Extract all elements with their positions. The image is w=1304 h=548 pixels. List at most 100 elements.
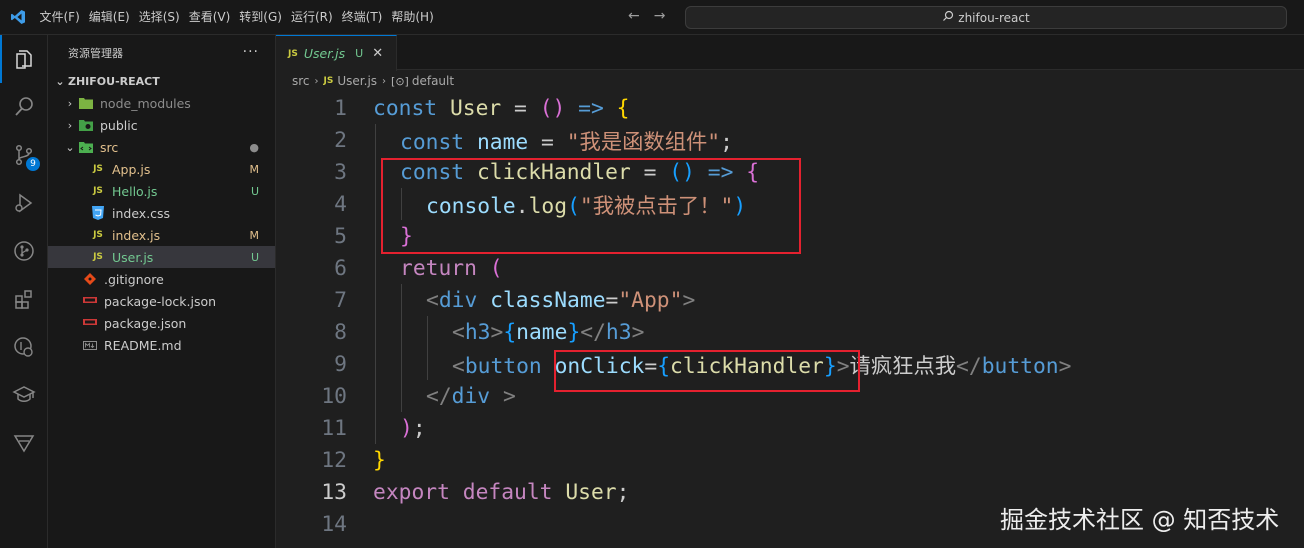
tree-item-label: index.js	[112, 227, 161, 243]
tree-item-label: package-lock.json	[104, 293, 217, 309]
indent-guide	[401, 348, 402, 380]
js-file-icon: JS	[93, 164, 103, 174]
tree-item-index-css[interactable]: index.css	[48, 202, 275, 224]
tree-item-public[interactable]: › public	[48, 114, 275, 136]
highlight-box-onclick	[554, 350, 860, 392]
breadcrumb-file[interactable]: User.js	[337, 74, 377, 88]
education-icon[interactable]	[0, 371, 48, 419]
more-actions-icon[interactable]: ···	[243, 44, 259, 60]
tree-item-user-js[interactable]: JS User.js U	[48, 246, 275, 268]
code-text: );	[400, 415, 426, 441]
menu-terminal[interactable]: 终端(T)	[338, 5, 387, 29]
indent-guide	[401, 284, 402, 316]
chevron-right-icon: ›	[382, 75, 387, 87]
code-line: 8 <h3>{name}</h3>	[276, 316, 1304, 348]
tab-label: User.js	[303, 46, 346, 61]
js-file-icon: JS	[93, 252, 103, 262]
menu-help[interactable]: 帮助(H)	[387, 5, 437, 29]
back-arrow-icon[interactable]: ←	[628, 8, 640, 24]
run-debug-icon[interactable]	[0, 179, 48, 227]
indent-guide	[427, 316, 428, 348]
menu-view[interactable]: 查看(V)	[185, 5, 235, 29]
activity-bar: 9	[0, 35, 48, 548]
code-text: }	[373, 447, 386, 473]
tree-item-app-js[interactable]: JS App.js M	[48, 158, 275, 180]
menu-edit[interactable]: 编辑(E)	[85, 5, 134, 29]
chevron-right-icon: ›	[314, 75, 319, 87]
tree-item-label: Hello.js	[112, 183, 158, 199]
breadcrumb-src[interactable]: src	[292, 74, 310, 88]
remote-explorer-icon[interactable]	[0, 323, 48, 371]
line-number: 8	[334, 319, 347, 345]
public-folder-icon	[78, 117, 94, 133]
git-graph-icon[interactable]	[0, 227, 48, 275]
tree-item-src[interactable]: ⌄ src ●	[48, 136, 275, 158]
line-number: 7	[334, 287, 347, 313]
chevron-down-icon: ⌄	[55, 74, 65, 88]
line-number: 12	[321, 447, 347, 473]
workspace-section[interactable]: ⌄ ZHIFOU-REACT	[48, 70, 275, 92]
code-line: 2 const name = "我是函数组件";	[276, 124, 1304, 156]
symbol-icon: [⊙]	[391, 74, 409, 88]
js-file-icon: JS	[288, 48, 298, 59]
menu-file[interactable]: 文件(F)	[36, 5, 84, 29]
menu-run[interactable]: 运行(R)	[287, 5, 337, 29]
tree-item-package-lock-json[interactable]: package-lock.json	[48, 290, 275, 312]
search-view-icon[interactable]	[0, 83, 48, 131]
node-folder-icon	[78, 95, 94, 111]
indent-guide	[375, 188, 376, 220]
git-status: M	[249, 228, 260, 242]
editor-tabs: JS User.js U ✕	[276, 35, 1304, 71]
extensions-icon[interactable]	[0, 275, 48, 323]
tree-item-index-js[interactable]: JS index.js M	[48, 224, 275, 246]
tree-item-gitignore[interactable]: .gitignore	[48, 268, 275, 290]
tree-item-readme-md[interactable]: README.md	[48, 334, 275, 356]
tree-item-label: node_modules	[100, 95, 191, 111]
indent-guide	[375, 220, 376, 252]
indent-guide	[375, 156, 376, 188]
git-status: U	[250, 184, 259, 198]
chevron-right-icon: ›	[67, 118, 73, 132]
filter-icon[interactable]	[0, 419, 48, 467]
forward-arrow-icon[interactable]: →	[654, 8, 666, 24]
source-control-icon[interactable]: 9	[0, 131, 48, 179]
css-file-icon	[90, 205, 106, 221]
indent-guide	[375, 124, 376, 156]
menu-bar: 文件(F) 编辑(E) 选择(S) 查看(V) 转到(G) 运行(R) 终端(T…	[35, 0, 438, 35]
js-file-icon: JS	[323, 76, 334, 86]
explorer-icon[interactable]	[0, 35, 48, 83]
menu-selection[interactable]: 选择(S)	[135, 5, 184, 29]
line-number: 4	[334, 191, 347, 217]
code-line: 1 const User = () => {	[276, 92, 1304, 124]
src-folder-icon	[78, 139, 94, 155]
nav-arrows: ← →	[628, 8, 665, 24]
tab-user-js[interactable]: JS User.js U ✕	[276, 35, 397, 71]
tree-item-node-modules[interactable]: › node_modules	[48, 92, 275, 114]
chevron-right-icon: ›	[67, 96, 73, 110]
indent-guide	[427, 348, 428, 380]
line-number: 9	[334, 351, 347, 377]
modified-dot: ●	[249, 140, 259, 154]
code-editor[interactable]: 1 const User = () => { 2 const name = "我…	[276, 92, 1304, 548]
breadcrumb: src › JS User.js › [⊙] default	[276, 70, 454, 92]
indent-guide	[375, 380, 376, 412]
close-icon[interactable]: ✕	[372, 46, 383, 61]
code-text: const User = () => {	[373, 95, 630, 121]
code-line: 7 <div className="App">	[276, 284, 1304, 316]
command-center-search[interactable]: zhifou-react	[685, 6, 1287, 29]
code-text: export default User;	[373, 479, 630, 505]
breadcrumb-symbol[interactable]: default	[412, 74, 454, 88]
tree-item-label: User.js	[112, 249, 154, 265]
code-text: </div >	[426, 383, 516, 409]
tree-item-hello-js[interactable]: JS Hello.js U	[48, 180, 275, 202]
tree-item-package-json[interactable]: package.json	[48, 312, 275, 334]
markdown-file-icon	[82, 337, 98, 353]
watermark: 掘金技术社区 @ 知否技术	[1000, 506, 1280, 534]
git-status: U	[250, 250, 259, 264]
tree-item-label: package.json	[104, 315, 187, 331]
workspace-name: ZHIFOU-REACT	[68, 74, 160, 88]
git-status: M	[249, 162, 260, 176]
menu-go[interactable]: 转到(G)	[235, 5, 286, 29]
title-bar: 文件(F) 编辑(E) 选择(S) 查看(V) 转到(G) 运行(R) 终端(T…	[0, 0, 1304, 35]
js-file-icon: JS	[93, 230, 103, 240]
